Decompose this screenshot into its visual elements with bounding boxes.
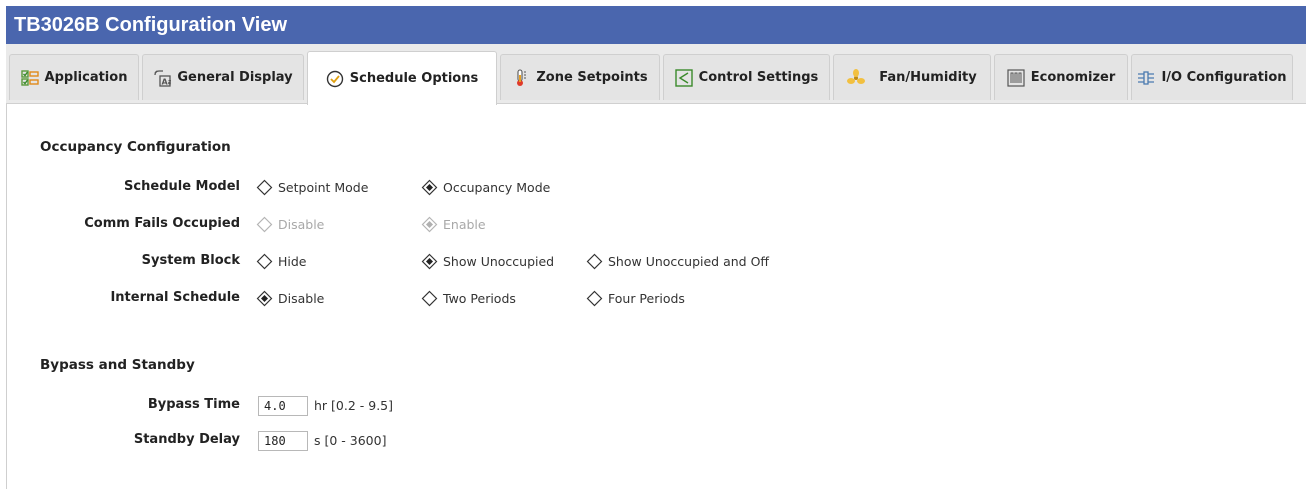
system-block-option-hide[interactable]: Hide (256, 253, 307, 270)
schedule-model-option-setpoint[interactable]: Setpoint Mode (256, 179, 368, 196)
tab-label: I/O Configuration (1161, 70, 1287, 85)
internal-schedule-label: Internal Schedule (110, 290, 240, 305)
tab-schedule-options[interactable]: Schedule Options (307, 51, 497, 105)
svg-text:Aa: Aa (162, 77, 172, 86)
tab-label: Fan/Humidity (879, 70, 977, 85)
internal-schedule-option-disable[interactable]: Disable (256, 290, 324, 307)
radio-unselected-icon (256, 216, 273, 233)
radio-selected-icon (421, 253, 438, 270)
radio-unselected-icon (586, 290, 603, 307)
radio-selected-icon (256, 290, 273, 307)
radio-unselected-icon (256, 179, 273, 196)
tab-zone-setpoints[interactable]: Zone Setpoints (500, 54, 660, 100)
standby-delay-label: Standby Delay (133, 432, 240, 447)
thermometer-icon (512, 68, 530, 87)
tab-control-settings[interactable]: Control Settings (663, 54, 830, 100)
control-icon (674, 68, 693, 87)
application-icon (20, 69, 39, 87)
tab-io-configuration[interactable]: I/O Configuration (1131, 54, 1293, 100)
tab-label: General Display (177, 70, 293, 85)
tab-label: Application (44, 70, 128, 85)
tab-label: Control Settings (698, 70, 819, 85)
schedule-model-label: Schedule Model (124, 179, 240, 194)
window-title: TB3026B Configuration View (6, 6, 1306, 44)
radio-selected-icon (421, 179, 438, 196)
radio-selected-icon (421, 216, 438, 233)
system-block-label: System Block (141, 253, 240, 268)
economizer-icon (1007, 68, 1025, 87)
system-block-option-show-unoccupied[interactable]: Show Unoccupied (421, 253, 554, 270)
tab-bar: Application Aa General Display Schedule … (6, 44, 1306, 105)
comm-fails-option-enable[interactable]: Enable (421, 216, 486, 233)
tab-general-display[interactable]: Aa General Display (142, 54, 304, 100)
display-icon: Aa (153, 69, 171, 87)
radio-unselected-icon (586, 253, 603, 270)
bypass-time-input[interactable]: 4.0 (258, 396, 308, 416)
standby-delay-unit: s [0 - 3600] (314, 433, 387, 448)
tab-label: Economizer (1030, 70, 1116, 85)
schedule-model-option-occupancy[interactable]: Occupancy Mode (421, 179, 550, 196)
tab-economizer[interactable]: Economizer (994, 54, 1128, 100)
bypass-section-title: Bypass and Standby (40, 357, 195, 373)
tab-label: Schedule Options (349, 71, 479, 86)
bypass-time-unit: hr [0.2 - 9.5] (314, 398, 394, 413)
radio-unselected-icon (256, 253, 273, 270)
io-icon (1137, 69, 1155, 87)
tab-label: Zone Setpoints (536, 70, 648, 85)
occupancy-section-title: Occupancy Configuration (40, 139, 231, 155)
fan-icon (847, 68, 866, 87)
tab-application[interactable]: Application (9, 54, 139, 100)
comm-fails-occupied-label: Comm Fails Occupied (84, 216, 240, 231)
comm-fails-option-disable[interactable]: Disable (256, 216, 324, 233)
system-block-option-show-unoccupied-off[interactable]: Show Unoccupied and Off (586, 253, 769, 270)
internal-schedule-option-four-periods[interactable]: Four Periods (586, 290, 685, 307)
clock-check-icon (326, 70, 344, 88)
tab-fan-humidity[interactable]: Fan/Humidity (833, 54, 991, 100)
bypass-time-label: Bypass Time (147, 397, 240, 412)
internal-schedule-option-two-periods[interactable]: Two Periods (421, 290, 516, 307)
standby-delay-input[interactable]: 180 (258, 431, 308, 451)
radio-unselected-icon (421, 290, 438, 307)
